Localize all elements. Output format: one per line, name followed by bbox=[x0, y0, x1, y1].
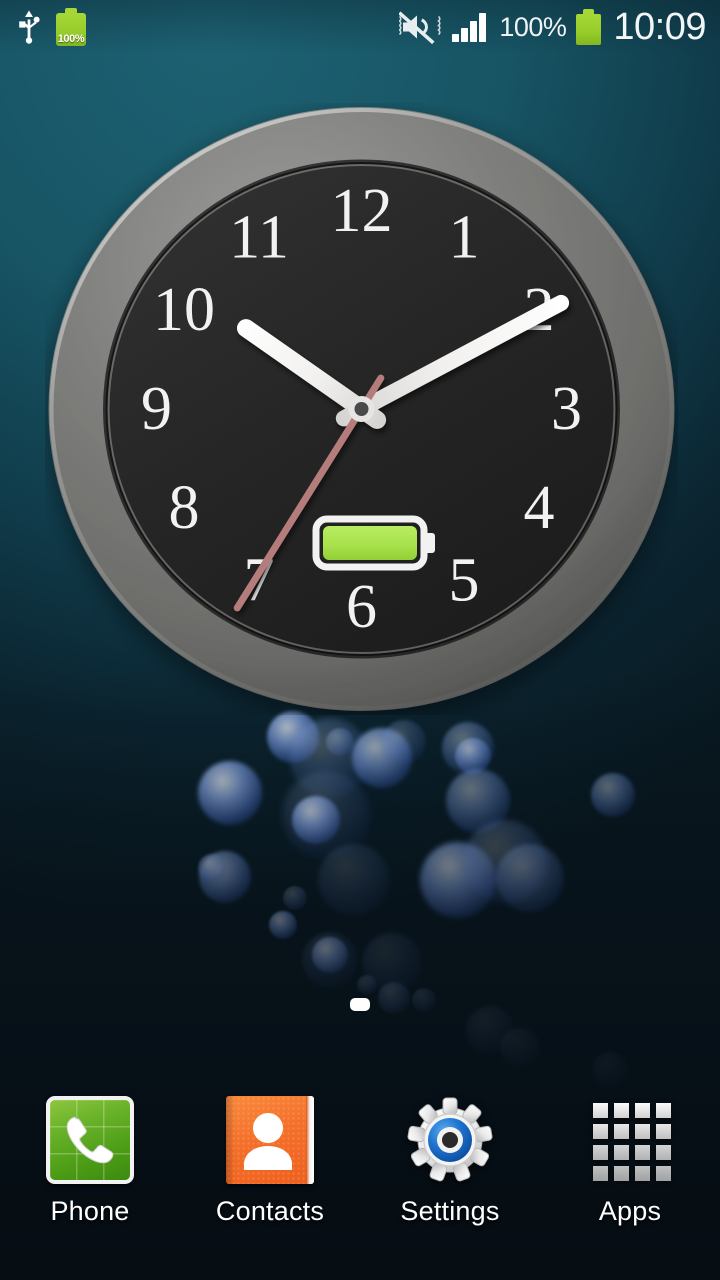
status-bar-right-icons: 100% 10:09 bbox=[399, 8, 720, 46]
apps-grid-cell bbox=[614, 1124, 629, 1139]
apps-grid-cell bbox=[593, 1145, 608, 1160]
bokeh-bubble bbox=[500, 1028, 540, 1068]
phone-handset-icon bbox=[46, 1096, 134, 1184]
status-bar-clock: 10:09 bbox=[613, 6, 706, 48]
apps-grid-cell bbox=[614, 1103, 629, 1118]
bokeh-bubble bbox=[326, 728, 354, 756]
contacts-icon-wrap bbox=[226, 1096, 314, 1184]
apps-grid-cell bbox=[593, 1166, 608, 1181]
clock-numeral-1: 1 bbox=[449, 204, 480, 272]
clock-numeral-9: 9 bbox=[141, 375, 172, 443]
usb-icon bbox=[19, 10, 40, 44]
battery-percent-label: 100% bbox=[499, 11, 567, 42]
bokeh-bubble bbox=[318, 844, 390, 916]
clock-numeral-8: 8 bbox=[169, 474, 200, 542]
dock: Phone Contacts Settings Apps bbox=[0, 1080, 720, 1280]
battery-charging-icon: 100% bbox=[56, 8, 86, 46]
status-bar[interactable]: 100% 100% 10:09 bbox=[0, 0, 720, 54]
apps-grid-cell bbox=[593, 1124, 608, 1139]
bokeh-bubble bbox=[283, 886, 307, 910]
bokeh-bubble bbox=[269, 911, 297, 939]
apps-grid-cell bbox=[614, 1166, 629, 1181]
dock-item-contacts[interactable]: Contacts bbox=[180, 1096, 360, 1227]
status-bar-left-icons: 100% bbox=[0, 8, 86, 46]
bokeh-bubble bbox=[455, 738, 491, 774]
bokeh-bubble bbox=[357, 975, 377, 995]
apps-grid-cell bbox=[656, 1103, 671, 1118]
dock-label-apps: Apps bbox=[598, 1196, 662, 1226]
analog-clock-face: 123456789101112 bbox=[48, 107, 675, 711]
bokeh-bubble bbox=[442, 722, 494, 774]
clock-numeral-11: 11 bbox=[229, 204, 289, 272]
clock-numeral-12: 12 bbox=[331, 177, 393, 245]
dock-label-settings: Settings bbox=[400, 1196, 500, 1226]
bokeh-bubble bbox=[302, 932, 358, 988]
dock-item-phone[interactable]: Phone bbox=[0, 1096, 180, 1227]
clock-numeral-4: 4 bbox=[524, 474, 555, 542]
bokeh-bubble bbox=[290, 718, 370, 798]
signal-bars-icon bbox=[452, 13, 487, 42]
page-indicator[interactable] bbox=[0, 998, 720, 1011]
analog-clock-widget[interactable]: 123456789101112 bbox=[45, 103, 678, 715]
bokeh-bubble bbox=[198, 761, 262, 825]
clock-numeral-10: 10 bbox=[153, 276, 215, 344]
bokeh-bubble bbox=[446, 769, 510, 833]
bokeh-bubble bbox=[312, 937, 348, 973]
gear-tooth bbox=[474, 1125, 493, 1143]
apps-grid-cell bbox=[593, 1103, 608, 1118]
bokeh-bubble bbox=[292, 796, 340, 844]
apps-grid-cell bbox=[635, 1124, 650, 1139]
battery-charging-percent: 100% bbox=[57, 33, 85, 45]
apps-grid-cell bbox=[635, 1145, 650, 1160]
bokeh-bubble bbox=[198, 854, 226, 882]
apps-grid-cell bbox=[614, 1145, 629, 1160]
gear-tooth bbox=[407, 1125, 426, 1143]
settings-gear-icon bbox=[407, 1097, 493, 1182]
bokeh-bubble bbox=[352, 728, 412, 788]
bokeh-bubble bbox=[382, 720, 426, 764]
page-dot-active[interactable] bbox=[350, 998, 370, 1011]
apps-grid-cell bbox=[635, 1166, 650, 1181]
contacts-person-icon bbox=[226, 1096, 314, 1184]
apps-grid-cell bbox=[656, 1145, 671, 1160]
volume-muted-vibrate-icon bbox=[399, 11, 441, 45]
bokeh-bubble bbox=[282, 771, 370, 859]
apps-grid-cell bbox=[656, 1124, 671, 1139]
bokeh-bubble bbox=[463, 820, 547, 904]
clock-numeral-5: 5 bbox=[449, 547, 480, 615]
apps-grid-cell bbox=[635, 1103, 650, 1118]
bokeh-bubble bbox=[496, 844, 564, 912]
clock-numeral-3: 3 bbox=[551, 375, 582, 443]
bokeh-bubble bbox=[267, 711, 319, 763]
apps-grid-icon bbox=[593, 1103, 671, 1181]
clock-center-pin-inner bbox=[354, 402, 369, 416]
clock-numeral-6: 6 bbox=[346, 573, 377, 641]
dock-label-phone: Phone bbox=[50, 1196, 130, 1226]
dock-item-apps[interactable]: Apps bbox=[540, 1096, 720, 1227]
battery-full-icon bbox=[576, 9, 602, 45]
dock-label-contacts: Contacts bbox=[215, 1196, 325, 1226]
apps-grid-cell bbox=[656, 1166, 671, 1181]
bokeh-bubble bbox=[466, 1006, 514, 1054]
bokeh-bubble bbox=[362, 933, 422, 993]
gear-tooth bbox=[442, 1097, 458, 1115]
bokeh-bubble bbox=[591, 773, 635, 817]
dock-item-settings[interactable]: Settings bbox=[360, 1096, 540, 1227]
bokeh-bubble bbox=[199, 851, 251, 903]
phone-icon-wrap bbox=[46, 1096, 134, 1184]
bokeh-bubble bbox=[420, 842, 496, 918]
